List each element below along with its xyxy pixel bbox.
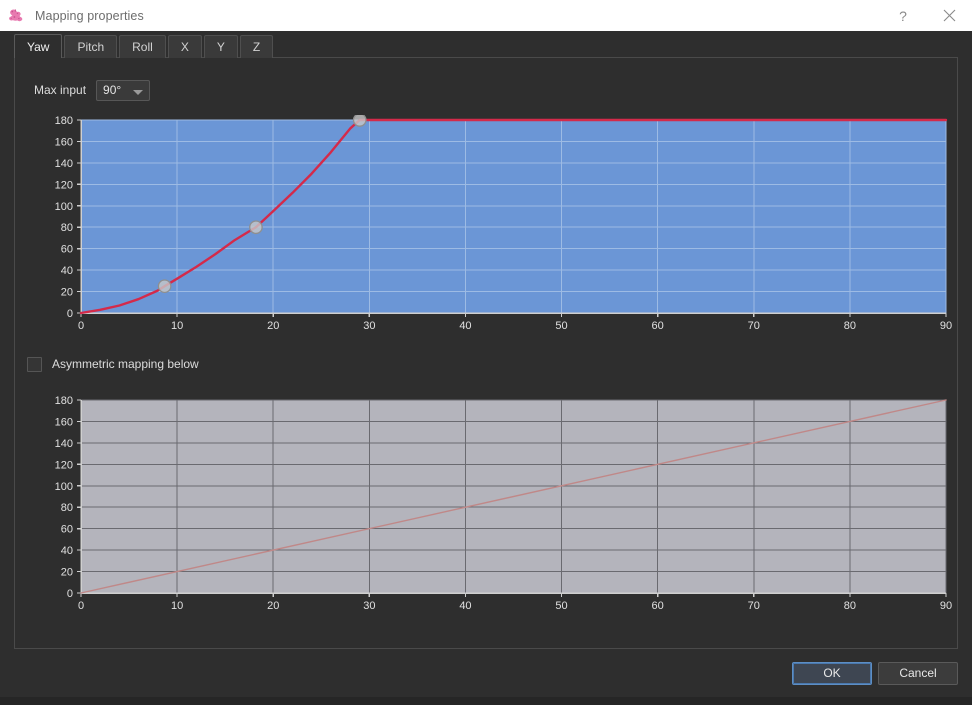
svg-text:40: 40 — [459, 600, 471, 612]
svg-text:160: 160 — [55, 136, 73, 148]
close-icon[interactable] — [926, 0, 972, 31]
svg-text:140: 140 — [55, 438, 73, 450]
svg-text:80: 80 — [61, 502, 73, 514]
title-bar[interactable]: Mapping properties ? — [0, 0, 972, 31]
tab-pitch[interactable]: Pitch — [64, 35, 118, 58]
mapping-chart-below[interactable]: 0 20 40 60 80 100 120 140 160 180 0 10 20 30 40 50 60 70 8… — [15, 395, 955, 615]
svg-text:0: 0 — [78, 600, 84, 612]
window-title: Mapping properties — [35, 8, 144, 23]
svg-text:10: 10 — [171, 320, 183, 332]
svg-text:80: 80 — [61, 222, 73, 234]
svg-text:90: 90 — [940, 320, 952, 332]
asymmetric-mapping-checkbox[interactable] — [27, 356, 42, 372]
ok-button[interactable]: OK — [792, 661, 872, 685]
svg-text:40: 40 — [459, 320, 471, 332]
max-input-row: Max input 90° — [34, 79, 151, 101]
svg-text:100: 100 — [55, 201, 73, 213]
svg-text:60: 60 — [61, 524, 73, 536]
svg-text:60: 60 — [652, 600, 664, 612]
svg-text:70: 70 — [748, 600, 760, 612]
svg-text:90: 90 — [940, 600, 952, 612]
tab-strip: Yaw Pitch Roll X Y Z — [0, 31, 972, 58]
mapping-chart-below-svg[interactable]: 0 20 40 60 80 100 120 140 160 180 0 10 20 30 40 50 60 70 8… — [15, 395, 955, 615]
svg-text:20: 20 — [61, 287, 73, 299]
tab-yaw[interactable]: Yaw — [14, 34, 63, 58]
svg-text:0: 0 — [67, 588, 73, 600]
asymmetric-mapping-row[interactable]: Asymmetric mapping below — [27, 355, 199, 373]
svg-text:180: 180 — [55, 115, 73, 127]
svg-text:10: 10 — [171, 600, 183, 612]
asymmetric-mapping-label: Asymmetric mapping below — [52, 357, 199, 371]
tab-roll[interactable]: Roll — [119, 35, 166, 58]
svg-text:80: 80 — [844, 320, 856, 332]
svg-text:0: 0 — [67, 308, 73, 320]
svg-text:50: 50 — [555, 600, 567, 612]
svg-text:60: 60 — [61, 244, 73, 256]
svg-text:120: 120 — [55, 179, 73, 191]
dialog-footer: OK Cancel — [0, 649, 972, 697]
tab-y[interactable]: Y — [203, 35, 238, 58]
tab-content-panel: Max input 90° 0 20 40 60 80 100 120 140 160 180 0 1… — [14, 58, 958, 649]
svg-text:40: 40 — [61, 265, 73, 277]
svg-text:0: 0 — [78, 320, 84, 332]
max-input-select[interactable]: 90° — [96, 79, 151, 101]
svg-text:40: 40 — [61, 545, 73, 557]
svg-text:180: 180 — [55, 395, 73, 407]
svg-text:30: 30 — [363, 600, 375, 612]
mapping-properties-dialog: Mapping properties ? Yaw Pitch Roll X Y … — [0, 0, 972, 697]
app-blob-icon — [6, 6, 26, 26]
max-input-value: 90° — [103, 83, 122, 97]
svg-text:80: 80 — [844, 600, 856, 612]
svg-text:20: 20 — [61, 567, 73, 579]
svg-text:100: 100 — [55, 481, 73, 493]
svg-text:160: 160 — [55, 416, 73, 428]
svg-text:120: 120 — [55, 459, 73, 471]
mapping-chart-above[interactable]: 0 20 40 60 80 100 120 140 160 180 0 10 20 30 40 50 60 70 8… — [15, 115, 955, 335]
svg-text:60: 60 — [652, 320, 664, 332]
svg-text:70: 70 — [748, 320, 760, 332]
svg-text:20: 20 — [267, 600, 279, 612]
mapping-chart-above-svg[interactable]: 0 20 40 60 80 100 120 140 160 180 0 10 20 30 40 50 60 70 8… — [15, 115, 955, 335]
tab-z[interactable]: Z — [239, 35, 274, 58]
max-input-label: Max input — [34, 83, 87, 97]
svg-text:30: 30 — [363, 320, 375, 332]
svg-text:50: 50 — [555, 320, 567, 332]
svg-text:20: 20 — [267, 320, 279, 332]
cancel-button[interactable]: Cancel — [878, 661, 958, 685]
chevron-down-icon — [133, 89, 144, 95]
help-button[interactable]: ? — [880, 0, 926, 31]
svg-text:140: 140 — [55, 158, 73, 170]
tab-x[interactable]: X — [167, 35, 202, 58]
